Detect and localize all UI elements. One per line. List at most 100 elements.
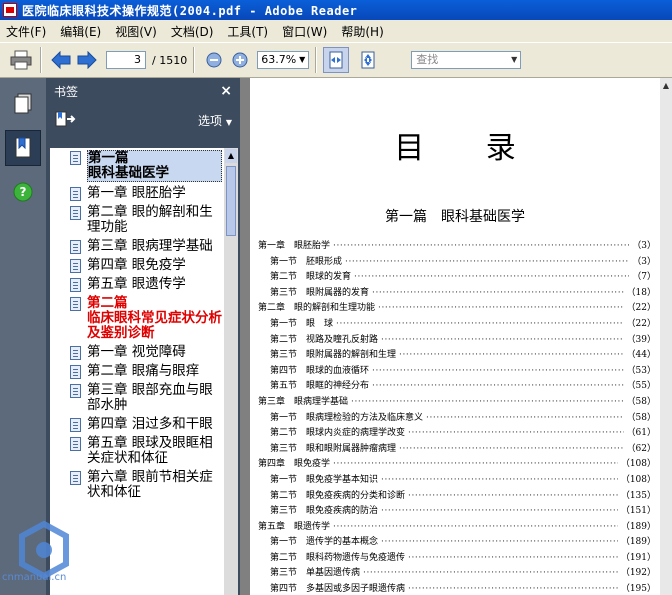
bookmark-page-icon [70,471,81,485]
bookmark-label: 第五章 眼球及眼眶相关症状和体征 [87,435,213,466]
toc-label: 第三节 眼附属器的解剖和生理 [270,350,397,361]
toc-row[interactable]: 第一节 眼免疫学基本知识 （108） [258,472,656,488]
bookmark-item[interactable]: 第一篇 眼科基础医学 [50,148,224,184]
toc-label: 第一节 眼病理检验的方法及临床意义 [270,412,424,423]
toc-row[interactable]: 第一节 遗传学的基本概念 （189） [258,534,656,550]
bookmark-label: 第一章 视觉障碍 [87,344,186,360]
bookmark-label: 第六章 眼前节相关症状和体征 [87,469,213,500]
bookmark-item[interactable]: 第一章 眼胚胎学 [50,184,224,203]
toc-row[interactable]: 第三节 眼免疫疾病的防治 （151） [258,503,656,519]
document-scrollbar[interactable]: ▲ [660,78,672,595]
toc-row[interactable]: 第三节 单基因遗传病 （192） [258,565,656,581]
close-icon[interactable]: × [220,83,232,99]
zoom-in-button[interactable] [227,47,253,73]
toc-row[interactable]: 第一章 眼胚胎学 （3） [258,238,656,254]
toc-row[interactable]: 第一节 眼病理检验的方法及临床意义 （58） [258,410,656,426]
toc-row[interactable]: 第三节 眼附属器的解剖和生理 （44） [258,347,656,363]
toc-row[interactable]: 第二节 眼球的发育 （7） [258,269,656,285]
toc-row[interactable]: 第一节 胚眼形成 （3） [258,254,656,270]
bookmark-scrollbar[interactable]: ▲ [224,148,238,595]
zoom-out-button[interactable] [201,47,227,73]
bookmark-item[interactable]: 第五章 眼球及眼眶相关症状和体征 [50,434,224,468]
previous-page-button[interactable] [48,47,74,73]
bookmark-item[interactable]: 第四章 泪过多和干眼 [50,415,224,434]
bookmark-item[interactable]: 第三章 眼病理学基础 [50,237,224,256]
menu-view[interactable]: 视图(V) [115,23,157,40]
arrow-right-icon [77,51,97,69]
page-total: / 1510 [152,53,188,67]
menu-document[interactable]: 文档(D) [171,23,214,40]
toc-row[interactable]: 第四节 多基因或多因子眼遗传病 （195） [258,581,656,595]
toc-page-number: （44） [626,350,656,361]
bookmark-item[interactable]: 第五章 眼遗传学 [50,275,224,294]
toc-row[interactable]: 第五节 眼眶的神经分布 （55） [258,378,656,394]
toolbar-separator [40,47,42,73]
toc-page-number: （39） [626,334,656,345]
bookmarks-panel-button[interactable] [5,130,41,166]
bookmark-item[interactable]: 第二章 眼的解剖和生理功能 [50,203,224,237]
bookmark-icon [15,137,31,158]
scrollbar-thumb[interactable] [226,166,236,236]
menu-edit[interactable]: 编辑(E) [60,23,101,40]
chevron-down-icon: ▼ [299,55,306,64]
print-button[interactable] [8,47,34,73]
toc-label: 第三章 眼病理学基础 [258,396,349,407]
bookmark-item[interactable]: 第一章 视觉障碍 [50,343,224,362]
menu-tools[interactable]: 工具(T) [227,23,268,40]
toolbar-separator [193,47,196,73]
bookmarks-panel-header: 书签 × [46,78,240,104]
fit-page-button[interactable] [355,47,381,73]
menu-bar: 文件(F) 编辑(E) 视图(V) 文档(D) 工具(T) 窗口(W) 帮助(H… [0,20,672,42]
help-button[interactable]: ? [5,174,41,210]
pages-panel-button[interactable] [5,86,41,122]
fit-width-button[interactable] [323,47,350,73]
toc-row[interactable]: 第三节 眼附属器的发育 （18） [258,285,656,301]
bookmark-item[interactable]: 第六章 眼前节相关症状和体征 [50,468,224,502]
toc-label: 第一章 眼胚胎学 [258,241,331,251]
bookmark-item[interactable]: 第三章 眼部充血与眼部水肿 [50,381,224,415]
bookmark-label: 第三章 眼病理学基础 [87,238,213,254]
toc-leader-dots [333,459,618,469]
toc-leader-dots [336,319,624,329]
expand-bookmark-icon[interactable] [54,110,76,130]
toc-row[interactable]: 第四章 眼免疫学 （108） [258,456,656,472]
toc-row[interactable]: 第二节 眼球内炎症的病理学改变 （61） [258,425,656,441]
bookmark-item[interactable]: 第二篇 临床眼科常见症状分析及鉴别诊断 [50,294,224,343]
scroll-up-icon[interactable]: ▲ [661,80,671,92]
menu-file[interactable]: 文件(F) [6,23,46,40]
next-page-button[interactable] [74,47,100,73]
toc-page-number: （108） [620,474,656,485]
bookmark-item[interactable]: 第四章 眼免疫学 [50,256,224,275]
bookmarks-panel-title: 书签 [54,84,79,99]
toc-row[interactable]: 第二节 眼科药物遗传与免疫遗传 （191） [258,550,656,566]
toolbar: 3 / 1510 63.7% ▼ 查找 ▼ [0,42,672,78]
toc-row[interactable]: 第三章 眼病理学基础 （58） [258,394,656,410]
bookmark-item[interactable]: 第二章 眼痛与眼痒 [50,362,224,381]
search-input[interactable]: 查找 ▼ [411,51,522,69]
toc-row[interactable]: 第五章 眼遗传学 （189） [258,519,656,535]
options-menu[interactable]: 选项 ▼ [198,112,232,129]
page-title: 目 录 [394,131,542,166]
toc-leader-dots [408,553,618,563]
menu-help[interactable]: 帮助(H) [341,23,383,40]
toc-page-number: （195） [620,584,656,595]
toc-page-number: （3） [632,256,656,267]
toc-page-number: （151） [620,506,656,517]
fit-width-icon [329,51,343,69]
toc-label: 第三节 眼和眼附属器肿瘤病理 [270,443,397,454]
toc-row[interactable]: 第二章 眼的解剖和生理功能 （22） [258,300,656,316]
menu-window[interactable]: 窗口(W) [282,23,327,40]
toc-row[interactable]: 第一节 眼 球 （22） [258,316,656,332]
toc-row[interactable]: 第三节 眼和眼附属器肿瘤病理 （62） [258,441,656,457]
toc-row[interactable]: 第四节 眼球的血液循环 （53） [258,363,656,379]
zoom-level-select[interactable]: 63.7% ▼ [257,51,310,69]
toc-label: 第二节 眼免疫疾病的分类和诊断 [270,490,406,501]
toc-label: 第四节 多基因或多因子眼遗传病 [270,584,406,595]
page-number-input[interactable]: 3 [106,51,146,69]
bookmark-label: 第四章 眼免疫学 [87,257,186,273]
toc-row[interactable]: 第二节 眼免疫疾病的分类和诊断 （135） [258,488,656,504]
toc-label: 第二节 眼球内炎症的病理学改变 [270,428,406,439]
scroll-up-icon[interactable]: ▲ [225,149,237,163]
toc-row[interactable]: 第二节 视路及瞳孔反射路 （39） [258,332,656,348]
toc-label: 第三节 单基因遗传病 [270,568,361,579]
